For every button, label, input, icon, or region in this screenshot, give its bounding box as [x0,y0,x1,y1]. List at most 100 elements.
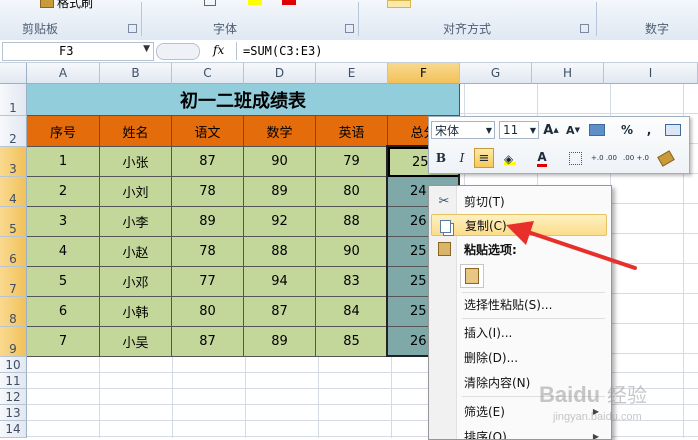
menu-item-filter[interactable]: 筛选(E) ▶ [431,400,607,422]
column-header-e[interactable]: E [316,63,388,84]
format-painter-icon[interactable] [655,149,677,167]
name-box[interactable]: F3 ▼ [2,42,154,61]
data-cell[interactable]: 1 [27,147,100,177]
data-cell[interactable]: 89 [244,327,316,357]
font-size-box[interactable]: 11 ▼ [499,121,539,139]
fill-color-icon[interactable]: ◈ [499,149,521,167]
header-cell[interactable]: 数学 [244,116,316,147]
data-cell[interactable]: 小李 [100,207,172,237]
clipboard-dialog-launcher[interactable] [128,24,137,33]
row-header-12[interactable]: 12 [0,389,27,405]
alignment-dialog-launcher[interactable] [580,24,589,33]
paste-option-button[interactable] [460,264,484,288]
row-header-11[interactable]: 11 [0,373,27,389]
data-cell[interactable]: 88 [316,207,388,237]
data-cell[interactable]: 90 [316,237,388,267]
chevron-down-icon[interactable]: ▼ [143,44,150,54]
column-header-f[interactable]: F [388,63,460,84]
data-cell[interactable]: 3 [27,207,100,237]
column-header-c[interactable]: C [172,63,244,84]
decrease-decimal-button[interactable]: .00 +.0 [621,149,651,167]
data-cell[interactable]: 2 [27,177,100,207]
grow-font-icon[interactable]: A▲ [543,121,559,139]
row-header-8[interactable]: 8 [0,297,27,327]
data-cell[interactable]: 小张 [100,147,172,177]
chevron-down-icon[interactable]: ▼ [530,126,536,135]
data-cell[interactable]: 5 [27,267,100,297]
font-dialog-launcher[interactable] [345,24,354,33]
data-cell[interactable]: 89 [244,177,316,207]
data-cell[interactable]: 小刘 [100,177,172,207]
font-name-box[interactable]: 宋体 ▼ [431,121,495,139]
formula-input[interactable]: =SUM(C3:E3) [236,42,697,60]
row-header-9[interactable]: 9 [0,327,27,357]
shrink-font-icon[interactable]: A▼ [565,121,581,139]
column-header-b[interactable]: B [100,63,172,84]
column-header-a[interactable]: A [27,63,100,84]
merge-center-icon[interactable] [663,121,683,139]
font-color-button[interactable] [282,0,296,5]
header-cell[interactable]: 序号 [27,116,100,147]
column-header-h[interactable]: H [532,63,604,84]
formula-bar-splitter[interactable] [156,43,200,60]
menu-item-cut[interactable]: ✂ 剪切(T) [431,190,607,212]
border-icon[interactable] [204,0,216,6]
data-cell[interactable]: 79 [316,147,388,177]
increase-decimal-button[interactable]: +.0 .00 [589,149,619,167]
data-cell[interactable]: 小赵 [100,237,172,267]
data-cell[interactable]: 78 [172,237,244,267]
font-color-icon[interactable]: A [531,149,553,167]
sheet-title[interactable]: 初一二班成绩表 [27,84,460,116]
data-cell[interactable]: 88 [244,237,316,267]
comma-style-button[interactable]: , [641,121,657,139]
row-header-4[interactable]: 4 [0,177,27,207]
data-cell[interactable]: 80 [316,177,388,207]
row-header-10[interactable]: 10 [0,357,27,373]
column-header-d[interactable]: D [244,63,316,84]
select-all-corner[interactable] [0,63,27,84]
column-header-g[interactable]: G [460,63,532,84]
row-header-2[interactable]: 2 [0,116,27,147]
header-cell[interactable]: 姓名 [100,116,172,147]
data-cell[interactable]: 94 [244,267,316,297]
data-cell[interactable]: 87 [172,327,244,357]
cell-styles-icon[interactable] [587,121,607,139]
data-cell[interactable]: 89 [172,207,244,237]
data-cell[interactable]: 4 [27,237,100,267]
data-cell[interactable]: 小邓 [100,267,172,297]
menu-item-clear[interactable]: 清除内容(N) [431,371,607,393]
header-cell[interactable]: 英语 [316,116,388,147]
borders-icon[interactable] [565,149,585,167]
bold-button[interactable]: B [432,149,450,167]
italic-button[interactable]: I [453,149,471,167]
data-cell[interactable]: 85 [316,327,388,357]
menu-item-delete[interactable]: 删除(D)... [431,346,607,368]
data-cell[interactable]: 7 [27,327,100,357]
row-header-5[interactable]: 5 [0,207,27,237]
row-header-14[interactable]: 14 [0,421,27,438]
data-cell[interactable]: 84 [316,297,388,327]
data-cell[interactable]: 83 [316,267,388,297]
format-painter-button[interactable]: 格式刷 [40,0,93,10]
data-cell[interactable]: 87 [172,147,244,177]
chevron-down-icon[interactable]: ▼ [486,126,492,135]
column-header-i[interactable]: I [604,63,698,84]
row-header-13[interactable]: 13 [0,405,27,421]
data-cell[interactable]: 92 [244,207,316,237]
menu-item-paste-special[interactable]: 选择性粘贴(S)... [431,293,607,315]
data-cell[interactable]: 90 [244,147,316,177]
percent-style-button[interactable]: % [619,121,635,139]
highlight-color-button[interactable] [248,0,262,5]
row-header-7[interactable]: 7 [0,267,27,297]
data-cell[interactable]: 87 [244,297,316,327]
data-cell[interactable]: 78 [172,177,244,207]
header-cell[interactable]: 语文 [172,116,244,147]
menu-item-insert[interactable]: 插入(I)... [431,321,607,343]
data-cell[interactable]: 6 [27,297,100,327]
insert-function-icon[interactable]: fx [213,43,224,57]
data-cell[interactable]: 小韩 [100,297,172,327]
row-header-6[interactable]: 6 [0,237,27,267]
row-header-1[interactable]: 1 [0,84,27,116]
wrap-text-icon[interactable] [387,0,411,8]
row-header-3[interactable]: 3 [0,147,27,177]
